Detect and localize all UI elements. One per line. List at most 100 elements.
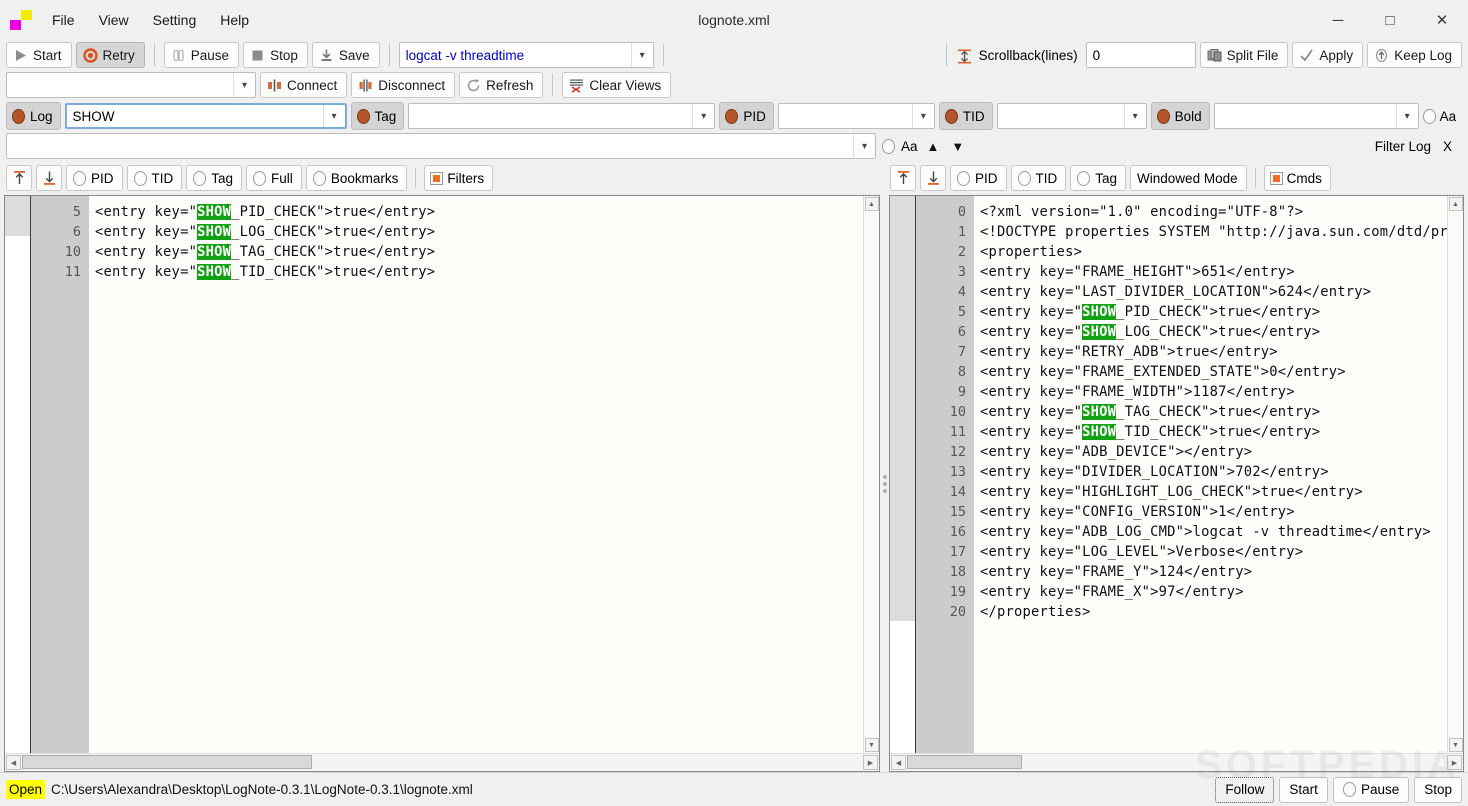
filter-log-close-button[interactable]: X xyxy=(1443,139,1452,154)
view-option-bookmarks[interactable]: Bookmarks xyxy=(305,165,408,191)
split-file-button[interactable]: Split File xyxy=(1199,42,1289,68)
horizontal-scrollbar-left[interactable]: ◀ ▶ xyxy=(5,753,879,771)
code-line[interactable]: <!DOCTYPE properties SYSTEM "http://java… xyxy=(980,222,1447,242)
view-option-right-tid[interactable]: TID xyxy=(1010,165,1067,191)
tag-filter-combo[interactable]: ▾ xyxy=(408,103,716,129)
tid-filter-combo[interactable]: ▾ xyxy=(996,103,1147,129)
pid-filter-toggle[interactable]: PID xyxy=(719,102,774,130)
vertical-scrollbar-left[interactable]: ▲ ▼ xyxy=(863,196,879,753)
scroll-down-arrow-icon[interactable]: ▼ xyxy=(1448,738,1463,752)
code-line[interactable]: <entry key="FRAME_Y">124</entry> xyxy=(980,562,1447,582)
bold-filter-value[interactable] xyxy=(1215,104,1396,128)
log-command-combo[interactable]: logcat -v threadtime ▾ xyxy=(398,42,654,68)
full-log-code[interactable]: <?xml version="1.0" encoding="UTF-8"?> <!… xyxy=(974,196,1447,753)
connect-button[interactable]: Connect xyxy=(260,72,348,98)
pause-button[interactable]: Pause xyxy=(163,42,240,68)
scroll-down-arrow-icon[interactable]: ▼ xyxy=(864,738,879,752)
match-case-toggle[interactable]: Aa xyxy=(1422,108,1456,124)
chevron-down-icon[interactable]: ▾ xyxy=(630,43,653,67)
cmds-button[interactable]: Cmds xyxy=(1263,165,1331,191)
code-line[interactable]: <entry key="ADB_DEVICE"></entry> xyxy=(980,442,1447,462)
view-option-full[interactable]: Full xyxy=(246,165,302,191)
scroll-to-bottom-button-right[interactable] xyxy=(920,165,946,191)
view-option-right-pid[interactable]: PID xyxy=(950,165,1007,191)
close-button[interactable]: ✕ xyxy=(1416,0,1468,40)
hscroll-thumb-right[interactable] xyxy=(907,755,1022,769)
vertical-scrollbar-right[interactable]: ▲ ▼ xyxy=(1447,196,1463,753)
code-line[interactable]: <entry key="LAST_DIVIDER_LOCATION">624</… xyxy=(980,282,1447,302)
view-option-tag[interactable]: Tag xyxy=(186,165,243,191)
refresh-button[interactable]: Refresh xyxy=(459,72,544,98)
code-line[interactable]: <entry key="SHOW_PID_CHECK">true</entry> xyxy=(980,302,1447,322)
code-line[interactable]: <entry key="SHOW_PID_CHECK">true</entry> xyxy=(95,202,863,222)
windowed-mode-button[interactable]: Windowed Mode xyxy=(1130,165,1247,191)
horizontal-scrollbar-right[interactable]: ◀ ▶ xyxy=(890,753,1463,771)
code-line[interactable]: </properties> xyxy=(980,602,1447,622)
menu-item-help[interactable]: Help xyxy=(208,8,261,32)
status-open-label[interactable]: Open xyxy=(6,780,46,799)
code-line[interactable]: <entry key="SHOW_TAG_CHECK">true</entry> xyxy=(980,402,1447,422)
device-combo[interactable]: ▾ xyxy=(6,72,256,98)
code-line[interactable]: <entry key="RETRY_ADB">true</entry> xyxy=(980,342,1447,362)
menu-item-view[interactable]: View xyxy=(87,8,141,32)
filtered-log-code[interactable]: <entry key="SHOW_PID_CHECK">true</entry>… xyxy=(89,196,863,753)
menu-item-setting[interactable]: Setting xyxy=(141,8,209,32)
menu-item-file[interactable]: File xyxy=(40,8,87,32)
code-line[interactable]: <entry key="SHOW_TID_CHECK">true</entry> xyxy=(980,422,1447,442)
maximize-button[interactable]: □ xyxy=(1364,0,1416,40)
status-start-button[interactable]: Start xyxy=(1279,776,1328,803)
code-line[interactable]: <entry key="FRAME_HEIGHT">651</entry> xyxy=(980,262,1447,282)
chevron-down-icon[interactable]: ▾ xyxy=(911,104,934,128)
hscroll-thumb-left[interactable] xyxy=(22,755,312,769)
disconnect-button[interactable]: Disconnect xyxy=(351,72,456,98)
view-option-pid[interactable]: PID xyxy=(66,165,123,191)
bold-filter-combo[interactable]: ▾ xyxy=(1213,103,1419,129)
device-combo-value[interactable] xyxy=(7,73,233,97)
keep-log-button[interactable]: Keep Log xyxy=(1367,42,1462,68)
code-line[interactable]: <entry key="CONFIG_VERSION">1</entry> xyxy=(980,502,1447,522)
retry-button[interactable]: Retry xyxy=(75,42,145,68)
chevron-down-icon[interactable]: ▾ xyxy=(1395,104,1418,128)
tid-filter-value[interactable] xyxy=(998,104,1124,128)
scrollback-input[interactable]: 0 xyxy=(1085,42,1196,68)
scroll-up-arrow-icon[interactable]: ▲ xyxy=(1448,197,1463,211)
follow-button[interactable]: Follow xyxy=(1215,776,1275,803)
tag-filter-toggle[interactable]: Tag xyxy=(350,102,405,130)
code-line[interactable]: <properties> xyxy=(980,242,1447,262)
code-line[interactable]: <entry key="SHOW_LOG_CHECK">true</entry> xyxy=(95,222,863,242)
chevron-down-icon[interactable]: ▾ xyxy=(692,104,715,128)
code-line[interactable]: <entry key="SHOW_TAG_CHECK">true</entry> xyxy=(95,242,863,262)
status-stop-button[interactable]: Stop xyxy=(1414,776,1462,803)
view-option-right-tag[interactable]: Tag xyxy=(1070,165,1127,191)
scroll-left-arrow-icon[interactable]: ◀ xyxy=(891,755,906,770)
scroll-to-bottom-button[interactable] xyxy=(36,165,62,191)
stop-button[interactable]: Stop xyxy=(243,42,308,68)
hscroll-track-right[interactable] xyxy=(907,755,1446,770)
code-line[interactable]: <entry key="FRAME_X">97</entry> xyxy=(980,582,1447,602)
find-next-button[interactable]: ▼ xyxy=(948,139,967,154)
log-filter-value[interactable]: SHOW xyxy=(67,105,323,127)
pid-filter-combo[interactable]: ▾ xyxy=(777,103,935,129)
hscroll-track-left[interactable] xyxy=(22,755,862,770)
scroll-right-arrow-icon[interactable]: ▶ xyxy=(1447,755,1462,770)
pane-splitter[interactable] xyxy=(880,195,889,772)
view-option-tid[interactable]: TID xyxy=(126,165,183,191)
code-line[interactable]: <entry key="SHOW_TID_CHECK">true</entry> xyxy=(95,262,863,282)
scroll-right-arrow-icon[interactable]: ▶ xyxy=(863,755,878,770)
code-line[interactable]: <entry key="ADB_LOG_CMD">logcat -v threa… xyxy=(980,522,1447,542)
code-line[interactable]: <entry key="FRAME_WIDTH">1187</entry> xyxy=(980,382,1447,402)
start-button[interactable]: Start xyxy=(6,42,72,68)
save-button[interactable]: Save xyxy=(311,42,380,68)
minimize-button[interactable]: ─ xyxy=(1312,0,1364,40)
code-line[interactable]: <entry key="FRAME_EXTENDED_STATE">0</ent… xyxy=(980,362,1447,382)
tag-filter-value[interactable] xyxy=(409,104,692,128)
scroll-left-arrow-icon[interactable]: ◀ xyxy=(6,755,21,770)
chevron-down-icon[interactable]: ▾ xyxy=(233,73,255,97)
code-line[interactable]: <entry key="HIGHLIGHT_LOG_CHECK">true</e… xyxy=(980,482,1447,502)
clear-views-button[interactable]: Clear Views xyxy=(562,72,672,98)
chevron-down-icon[interactable]: ▾ xyxy=(322,105,345,127)
scroll-to-top-button[interactable] xyxy=(6,165,32,191)
pid-filter-value[interactable] xyxy=(779,104,912,128)
log-filter-toggle[interactable]: Log xyxy=(6,102,61,130)
chevron-down-icon[interactable]: ▾ xyxy=(1123,104,1146,128)
